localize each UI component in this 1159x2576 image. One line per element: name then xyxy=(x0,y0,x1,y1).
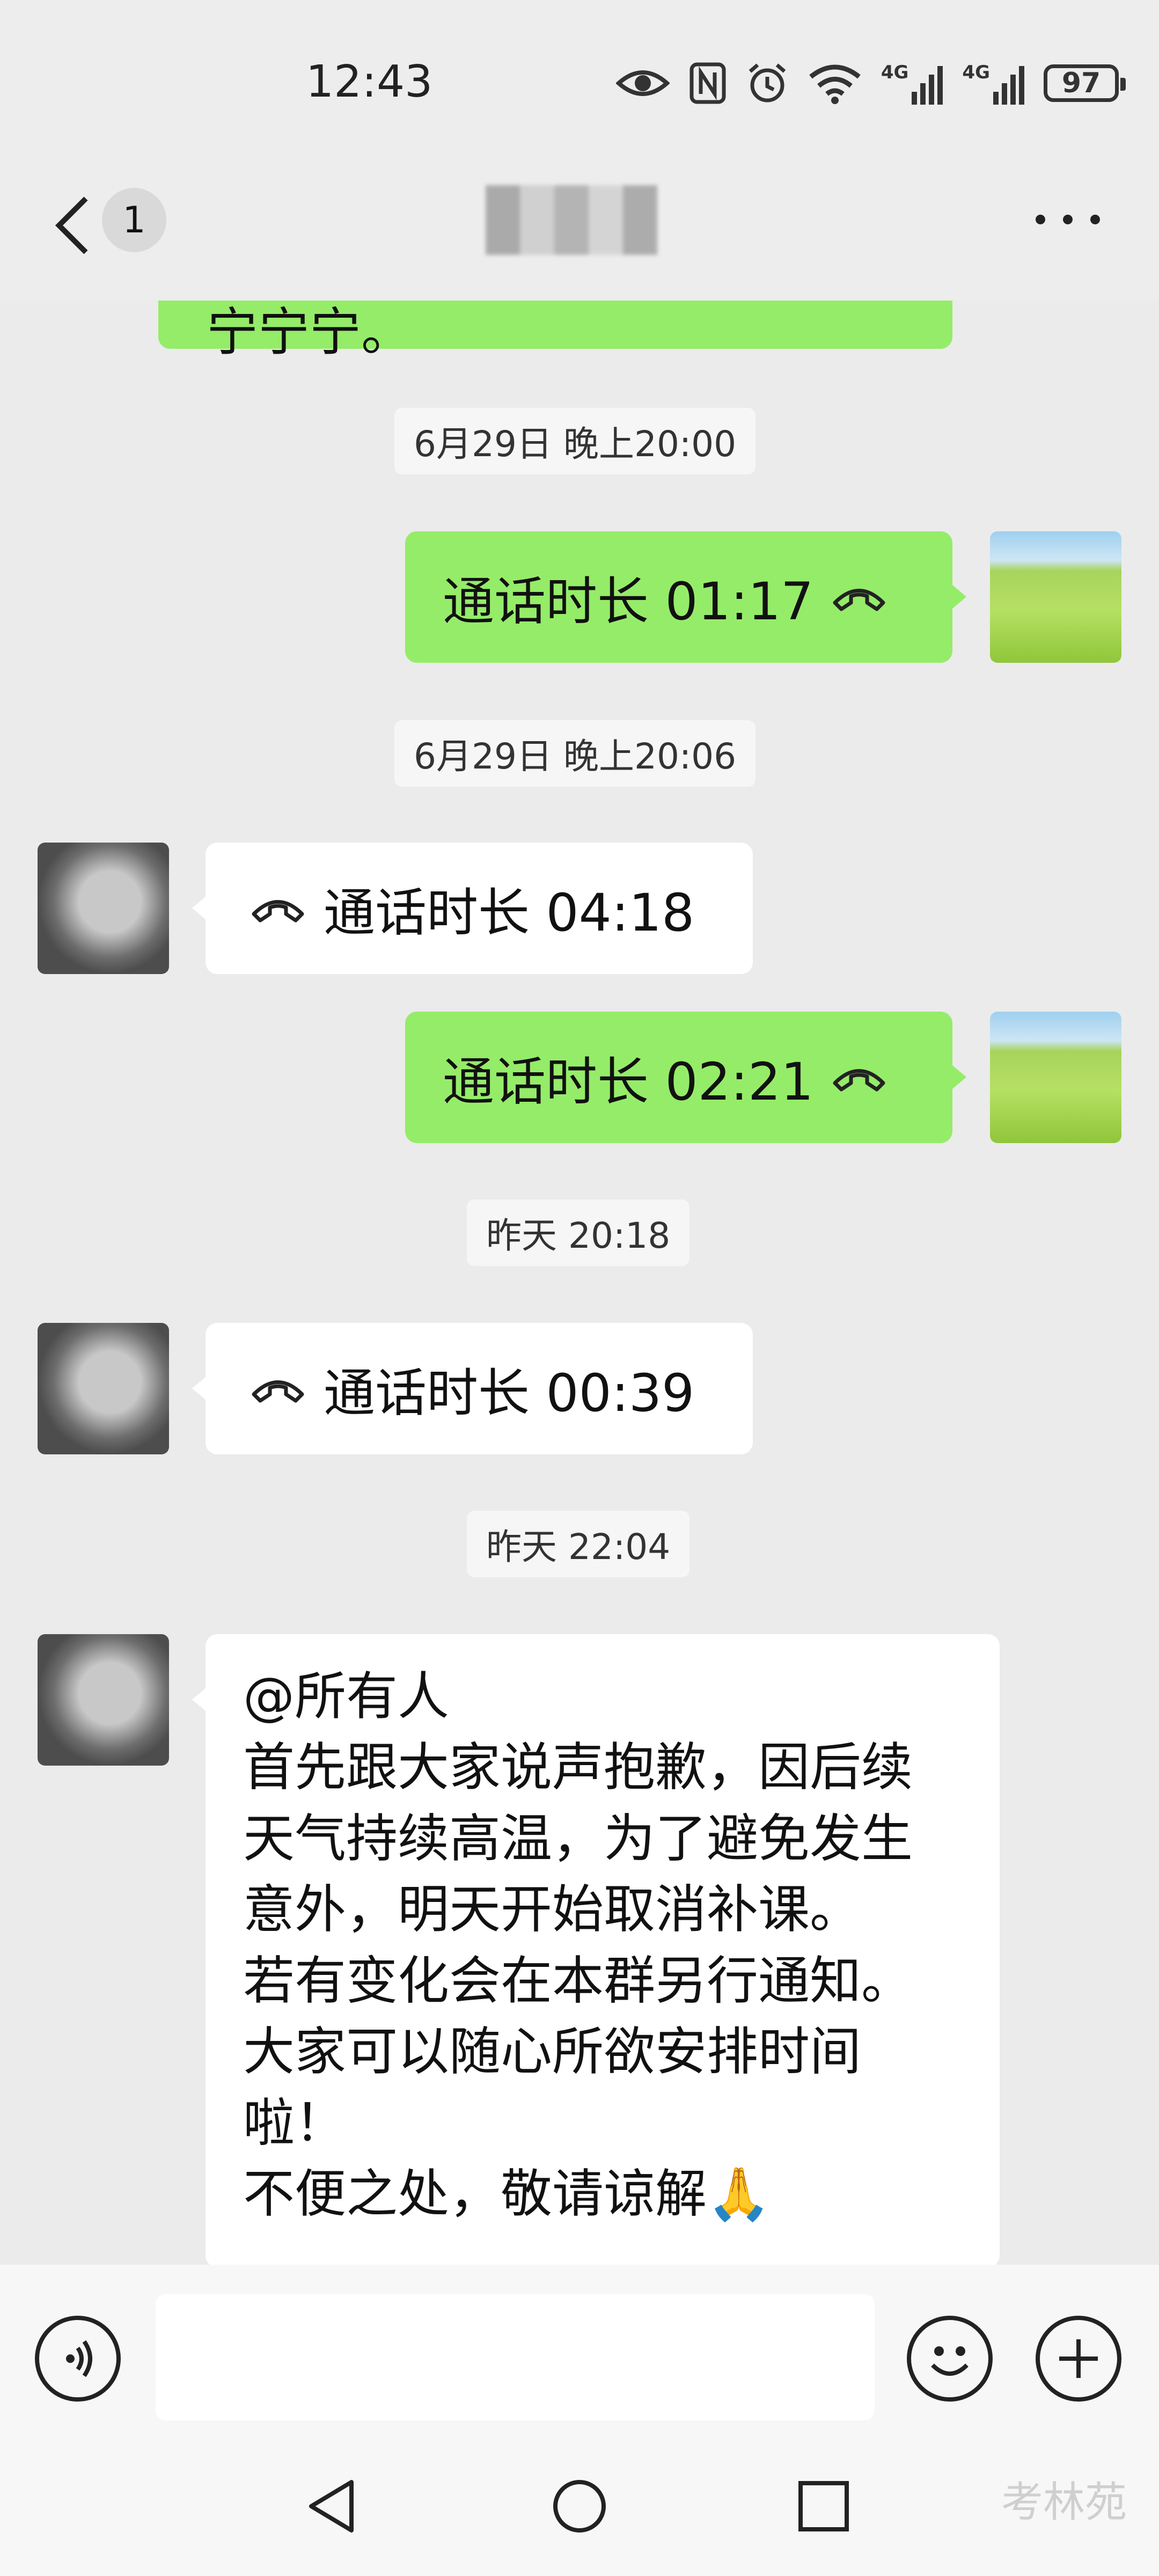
avatar-self[interactable] xyxy=(990,1012,1121,1143)
call-bubble-sent[interactable]: 通话时长 02:21 xyxy=(405,1012,952,1143)
message-input[interactable] xyxy=(156,2294,875,2420)
signal-icon-2: 4G xyxy=(962,62,1024,105)
phone-hangup-icon xyxy=(833,588,885,611)
call-duration-text: 通话时长 01:17 xyxy=(443,572,814,632)
input-bar xyxy=(0,2265,1159,2442)
emoji-icon[interactable] xyxy=(907,2316,993,2402)
nav-recents-icon[interactable] xyxy=(794,2477,853,2536)
signal-icon: 4G xyxy=(881,62,943,105)
call-bubble-received[interactable]: 通话时长 04:18 xyxy=(206,843,753,974)
bubble-tail xyxy=(192,1688,206,1711)
call-duration-text: 通话时长 00:39 xyxy=(324,1363,695,1423)
status-time: 12:43 xyxy=(306,56,433,107)
message-bubble-partial[interactable]: 宁宁宁。 xyxy=(158,301,952,362)
notice-message-text: @所有人 首先跟大家说声抱歉，因后续 天气持续高温，为了避免发生 意外，明天开始… xyxy=(243,1666,913,2224)
phone-hangup-icon xyxy=(833,1069,885,1091)
status-icons: 4G 4G 97 xyxy=(615,59,1126,107)
avatar-self[interactable] xyxy=(990,531,1121,663)
signal1-label: 4G xyxy=(881,62,909,83)
bubble-tail xyxy=(952,1065,966,1089)
eye-icon xyxy=(615,70,670,96)
voice-icon[interactable] xyxy=(35,2316,121,2402)
unread-count-badge[interactable]: 1 xyxy=(102,188,166,252)
bubble-tail xyxy=(192,896,206,920)
battery-icon: 97 xyxy=(1044,64,1126,102)
nav-home-icon[interactable] xyxy=(550,2477,609,2536)
back-chevron-icon[interactable] xyxy=(51,193,94,258)
avatar-contact[interactable] xyxy=(38,1323,169,1454)
phone-hangup-icon xyxy=(252,1380,304,1402)
phone-hangup-icon xyxy=(252,899,304,922)
call-duration-text: 通话时长 04:18 xyxy=(324,883,695,943)
plus-icon[interactable] xyxy=(1036,2316,1121,2402)
nfc-icon xyxy=(689,62,726,104)
alarm-icon xyxy=(749,63,786,103)
text-bubble-received[interactable]: @所有人 首先跟大家说声抱歉，因后续 天气持续高温，为了避免发生 意外，明天开始… xyxy=(206,1634,1000,2265)
bubble-tail xyxy=(192,1377,206,1400)
call-duration-text: 通话时长 02:21 xyxy=(443,1052,814,1112)
more-dots-icon[interactable] xyxy=(1036,215,1100,231)
chat-title-blurred xyxy=(486,185,657,255)
nav-back-icon[interactable] xyxy=(303,2477,362,2536)
timestamp: 6月29日 晚上20:00 xyxy=(394,408,756,474)
timestamp: 6月29日 晚上20:06 xyxy=(394,720,756,787)
call-bubble-received[interactable]: 通话时长 00:39 xyxy=(206,1323,753,1454)
status-bar: 12:43 4G 4G 97 xyxy=(0,0,1159,161)
timestamp: 昨天 20:18 xyxy=(467,1199,690,1266)
bubble-tail xyxy=(952,585,966,609)
avatar-contact[interactable] xyxy=(38,843,169,974)
message-list[interactable]: 宁宁宁。 6月29日 晚上20:00 通话时长 01:17 6月29日 晚上20… xyxy=(0,301,1159,2265)
watermark-text: 考林苑 xyxy=(1001,2478,1127,2527)
signal2-label: 4G xyxy=(962,62,990,83)
partial-message-text: 宁宁宁。 xyxy=(207,302,413,362)
wifi-icon xyxy=(809,64,861,104)
call-bubble-sent[interactable]: 通话时长 01:17 xyxy=(405,531,952,663)
system-navigation-bar xyxy=(0,2442,1159,2576)
avatar-contact[interactable] xyxy=(38,1634,169,1766)
timestamp: 昨天 22:04 xyxy=(467,1511,690,1577)
